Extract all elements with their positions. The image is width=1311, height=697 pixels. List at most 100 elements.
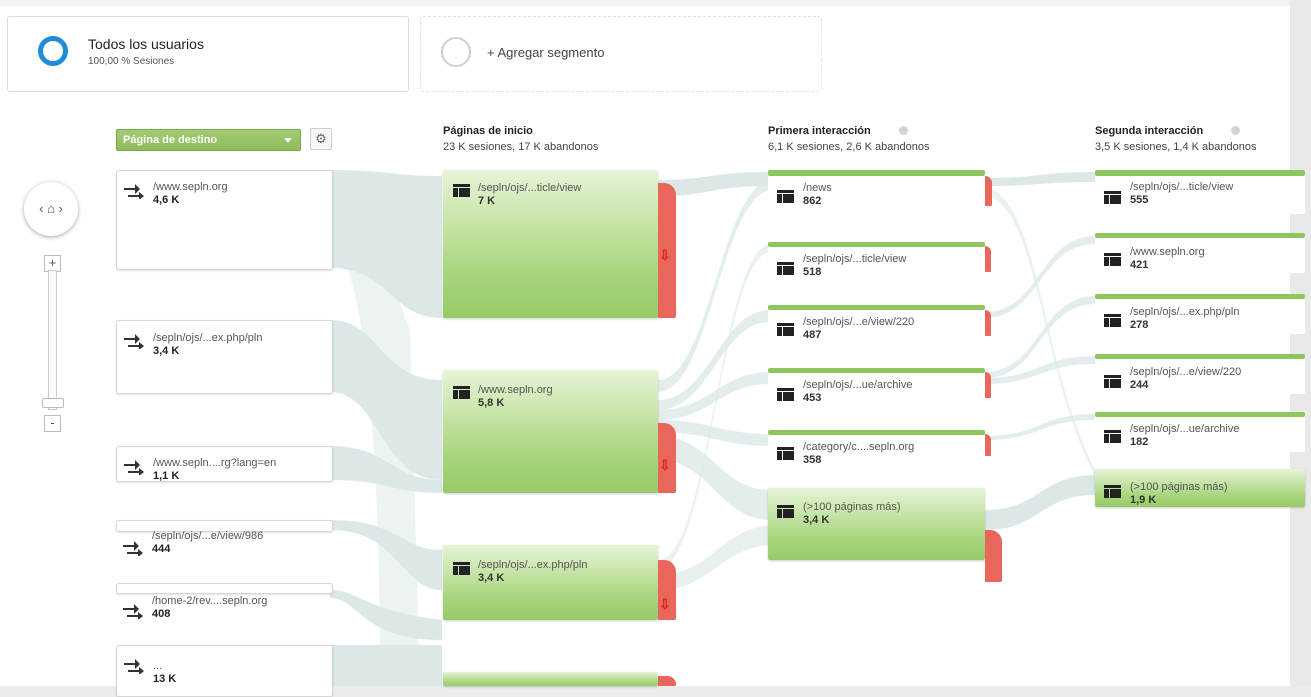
chevron-down-icon [284, 138, 292, 143]
node-volume-bar [1095, 412, 1305, 417]
dimension-select-label: Página de destino [123, 134, 218, 146]
source-label: /sepln/ojs/...ex.php/pln [153, 332, 263, 344]
start-page-node[interactable]: /sepln/ojs/...ticle/view 7 K [443, 170, 658, 318]
traffic-arrows-icon [123, 541, 143, 556]
dropoff-bar[interactable] [985, 434, 991, 456]
node-volume-bar [1095, 294, 1305, 299]
first-interaction-node[interactable]: /sepln/ojs/...e/view/220 487 [768, 305, 985, 345]
settings-button[interactable]: ⚙ [310, 128, 332, 150]
page-icon [1104, 375, 1121, 388]
page-icon [1104, 314, 1121, 327]
node-count: 862 [803, 195, 822, 207]
zoom-slider-track[interactable] [48, 270, 57, 410]
source-node[interactable]: /www.sepln....rg?lang=en 1,1 K [116, 446, 333, 482]
zoom-out-button[interactable]: - [44, 415, 61, 432]
node-label: /sepln/ojs/...ex.php/pln [1130, 306, 1240, 318]
node-count: 5,8 K [478, 397, 505, 409]
dropoff-bar[interactable] [985, 372, 991, 398]
node-count: 421 [1130, 259, 1149, 271]
node-count: 182 [1130, 436, 1149, 448]
source-label: /www.sepln.org [153, 181, 228, 193]
node-count: 278 [1130, 319, 1149, 331]
column-subtitle: 23 K sesiones, 17 K abandonos [443, 141, 599, 153]
dropoff-bar[interactable] [985, 246, 991, 272]
dropoff-arrow-icon: ⇩ [659, 457, 671, 473]
second-interaction-node[interactable]: /sepln/ojs/...ue/archive 182 [1095, 412, 1305, 452]
node-label: /www.sepln.org [1130, 246, 1205, 258]
column-header-start-pages: Páginas de inicio 23 K sesiones, 17 K ab… [443, 125, 598, 153]
node-label: /sepln/ojs/...e/view/220 [803, 316, 915, 328]
column-subtitle: 3,5 K sesiones, 1,4 K abandonos [1095, 141, 1257, 153]
page-icon [777, 262, 794, 275]
node-label: /sepln/ojs/...ue/archive [803, 379, 913, 391]
start-page-node[interactable]: /www.sepln.org 5,8 K [443, 370, 658, 493]
second-interaction-node[interactable]: /sepln/ojs/...ticle/view 555 [1095, 170, 1305, 214]
node-volume-bar [768, 430, 985, 435]
column-header-first-interaction: Primera interacción 6,1 K sesiones, 2,6 … [768, 125, 929, 153]
dropoff-bar[interactable] [985, 310, 991, 336]
home-nav-button[interactable]: ‹ ⌂ › [24, 182, 78, 236]
node-volume-bar [768, 170, 985, 176]
source-count: 3,4 K [153, 345, 180, 357]
second-interaction-node[interactable]: (>100 páginas más) 1,9 K [1095, 469, 1305, 507]
home-icon: ‹ ⌂ › [39, 201, 63, 216]
node-label: /category/c....sepln.org [803, 441, 915, 453]
remove-step-icon[interactable] [898, 126, 908, 135]
page-icon [777, 447, 794, 460]
second-interaction-node[interactable]: /www.sepln.org 421 [1095, 233, 1305, 273]
node-label: /sepln/ojs/...ex.php/pln [478, 559, 588, 571]
page-icon [1104, 485, 1121, 498]
source-node[interactable] [116, 583, 333, 594]
second-interaction-node[interactable]: /sepln/ojs/...ex.php/pln 278 [1095, 294, 1305, 334]
node-count: 244 [1130, 379, 1149, 391]
source-label: /sepln/ojs/...e/view/986 [152, 530, 264, 542]
first-interaction-node[interactable]: /category/c....sepln.org 358 [768, 430, 985, 470]
node-label: (>100 páginas más) [1130, 481, 1228, 493]
traffic-arrows-icon [123, 604, 143, 619]
node-count: 453 [803, 392, 822, 404]
first-interaction-node[interactable]: /news 862 [768, 170, 985, 214]
first-interaction-node[interactable]: /sepln/ojs/...ue/archive 453 [768, 368, 985, 408]
source-node[interactable]: /www.sepln.org 4,6 K [116, 170, 333, 270]
page-icon [777, 190, 794, 203]
node-count: 3,4 K [478, 572, 505, 584]
page-icon [1104, 430, 1121, 443]
page-icon [1104, 191, 1121, 204]
column-title: Segunda interacción [1095, 125, 1204, 137]
column-title: Páginas de inicio [443, 125, 533, 137]
node-label: /sepln/ojs/...ue/archive [1130, 423, 1240, 435]
traffic-arrows-icon [124, 659, 144, 674]
column-header-second-interaction: Segunda interacción 3,5 K sesiones, 1,4 … [1095, 125, 1256, 153]
node-count: 518 [803, 266, 822, 278]
dropoff-bar[interactable] [658, 676, 676, 686]
node-volume-bar [1095, 170, 1305, 176]
node-volume-bar [768, 242, 985, 247]
node-volume-bar [1095, 354, 1305, 359]
dropoff-bar[interactable] [985, 176, 992, 206]
source-count: 1,1 K [153, 470, 180, 482]
zoom-slider-handle[interactable] [42, 398, 64, 408]
second-interaction-node[interactable]: /sepln/ojs/...e/view/220 244 [1095, 354, 1305, 394]
first-interaction-node[interactable]: (>100 páginas más) 3,4 K [768, 488, 985, 560]
flow-link [985, 475, 1095, 530]
page-icon [453, 562, 470, 575]
flow-link [985, 186, 1095, 476]
node-label: /news [803, 182, 832, 194]
flow-link [985, 296, 1095, 378]
source-node[interactable]: ... 13 K [116, 645, 333, 697]
source-label: /home-2/rev....sepln.org [152, 595, 268, 607]
node-count: 555 [1130, 194, 1149, 206]
dropoff-arrow-icon: ⇩ [659, 247, 671, 263]
remove-step-icon[interactable] [1231, 126, 1241, 135]
source-count: 4,6 K [153, 194, 180, 206]
node-count: 358 [803, 454, 822, 466]
dropoff-bar[interactable] [985, 530, 1002, 582]
landing-page-dimension-select[interactable]: Página de destino [116, 129, 301, 151]
source-count: 408 [152, 608, 171, 620]
source-node[interactable]: /sepln/ojs/...ex.php/pln 3,4 K [116, 320, 333, 394]
page-icon [453, 184, 470, 197]
start-page-node[interactable] [443, 672, 658, 686]
start-page-node[interactable]: /sepln/ojs/...ex.php/pln 3,4 K [443, 545, 658, 620]
first-interaction-node[interactable]: /sepln/ojs/...ticle/view 518 [768, 242, 985, 282]
source-count: 13 K [153, 673, 177, 685]
